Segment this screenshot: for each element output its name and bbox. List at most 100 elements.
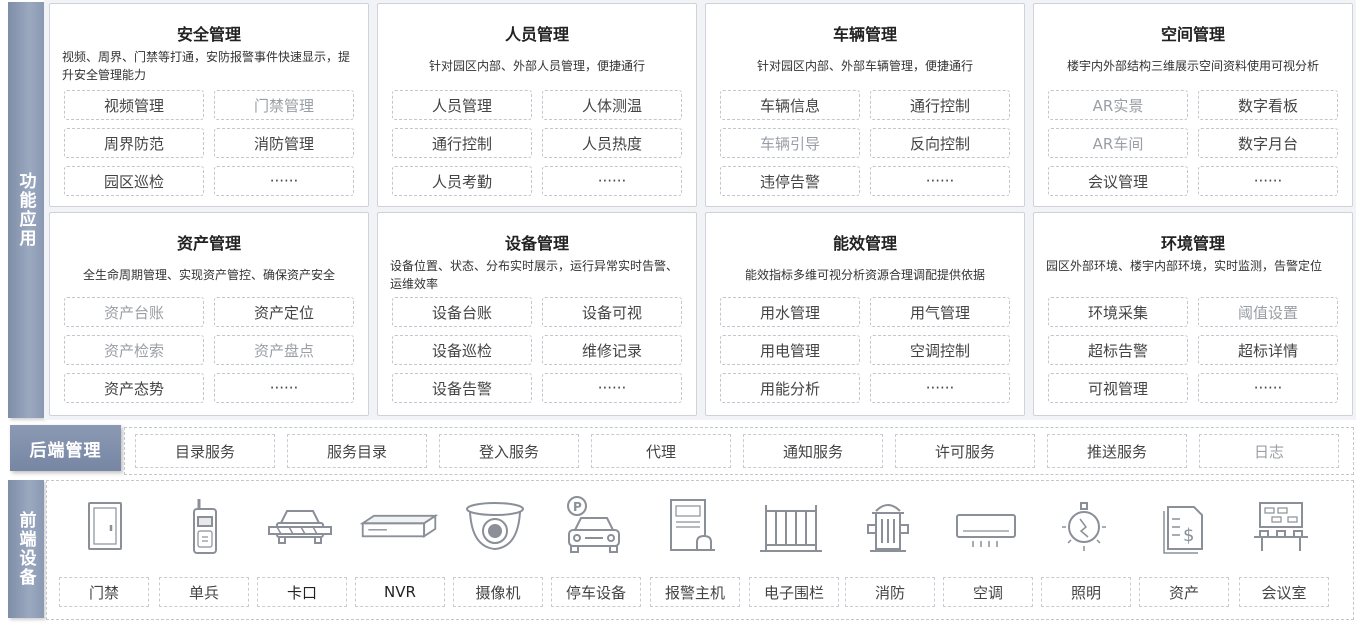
- module-title: 车辆管理: [832, 25, 897, 44]
- dome-camera-icon: [455, 497, 535, 557]
- item[interactable]: 设备巡检: [392, 335, 532, 365]
- item[interactable]: 反向控制: [870, 128, 1010, 158]
- item[interactable]: 门禁管理: [214, 90, 354, 120]
- service-item[interactable]: 许可服务: [895, 434, 1035, 468]
- alarm-host-icon: [652, 497, 732, 557]
- item[interactable]: 资产态势: [64, 373, 204, 403]
- parking-car-icon: P: [552, 496, 632, 557]
- item[interactable]: AR车间: [1048, 128, 1188, 158]
- item-more[interactable]: ······: [214, 166, 354, 196]
- item[interactable]: 设备告警: [392, 373, 532, 403]
- item[interactable]: 超标告警: [1048, 335, 1188, 365]
- device-label: 摄像机: [453, 577, 543, 607]
- service-item[interactable]: 推送服务: [1047, 434, 1187, 468]
- device-label: 会议室: [1239, 577, 1329, 607]
- item[interactable]: 车辆引导: [720, 128, 860, 158]
- module-vehicle: 车辆管理 针对园区内部、外部车辆管理，便捷通行 车辆信息 通行控制 车辆引导 反…: [705, 3, 1025, 207]
- item[interactable]: 会议管理: [1048, 166, 1188, 196]
- item-more[interactable]: ······: [542, 373, 682, 403]
- module-desc: 园区外部环境、楼宇内部环境，实时监测，告警定位: [1046, 259, 1323, 273]
- item[interactable]: 用能分析: [720, 373, 860, 403]
- item[interactable]: 超标详情: [1198, 335, 1338, 365]
- item[interactable]: 设备可视: [542, 297, 682, 327]
- device-label: 照明: [1041, 577, 1131, 607]
- item-more[interactable]: ······: [870, 373, 1010, 403]
- device-label: 空调: [943, 577, 1033, 607]
- module-desc: 针对园区内部、外部人员管理，便捷通行: [428, 59, 645, 73]
- device-label: 消防: [845, 577, 935, 607]
- device-label: 停车设备: [551, 577, 641, 607]
- module-energy: 能效管理 能效指标多维可视分析资源合理调配提供依据 用水管理 用气管理 用电管理…: [705, 212, 1025, 416]
- module-title: 环境管理: [1160, 234, 1225, 253]
- item[interactable]: 空调控制: [870, 335, 1010, 365]
- service-item[interactable]: 目录服务: [135, 434, 275, 468]
- module-equipment: 设备管理 设备位置、状态、分布实时展示，运行异常实时告警、运维效率 设备台账 设…: [377, 212, 697, 416]
- item-more[interactable]: ······: [870, 166, 1010, 196]
- light-bulb-icon: [1044, 497, 1124, 557]
- item-more[interactable]: ······: [542, 166, 682, 196]
- meeting-room-icon: [1241, 497, 1321, 557]
- item[interactable]: 资产台账: [64, 297, 204, 327]
- item[interactable]: 用电管理: [720, 335, 860, 365]
- item[interactable]: 人员考勤: [392, 166, 532, 196]
- item[interactable]: AR实景: [1048, 90, 1188, 120]
- item[interactable]: 车辆信息: [720, 90, 860, 120]
- item-more[interactable]: ······: [1198, 166, 1338, 196]
- nvr-icon: [359, 497, 439, 557]
- item-more[interactable]: ······: [1198, 373, 1338, 403]
- module-desc: 视频、周界、门禁等打通，安防报警事件快速显示，提升安全管理能力: [62, 50, 351, 82]
- device-label: 单兵: [159, 577, 249, 607]
- item[interactable]: 视频管理: [64, 90, 204, 120]
- module-personnel: 人员管理 针对园区内部、外部人员管理，便捷通行 人员管理 人体测温 通行控制 人…: [377, 3, 697, 207]
- module-title: 人员管理: [504, 25, 569, 44]
- service-item[interactable]: 日志: [1199, 434, 1339, 468]
- item[interactable]: 用气管理: [870, 297, 1010, 327]
- service-item[interactable]: 通知服务: [743, 434, 883, 468]
- module-space: 空间管理 楼宇内外部结构三维展示空间资料使用可视分析 AR实景 数字看板 AR车…: [1033, 3, 1353, 207]
- item[interactable]: 数字看板: [1198, 90, 1338, 120]
- item[interactable]: 违停告警: [720, 166, 860, 196]
- module-title: 资产管理: [176, 234, 241, 253]
- service-item[interactable]: 登入服务: [439, 434, 579, 468]
- module-title: 安全管理: [176, 25, 241, 44]
- service-item[interactable]: 服务目录: [287, 434, 427, 468]
- item[interactable]: 环境采集: [1048, 297, 1188, 327]
- item[interactable]: 园区巡检: [64, 166, 204, 196]
- module-desc: 全生命周期管理、实现资产管控、确保资产安全: [82, 268, 335, 282]
- item[interactable]: 资产检索: [64, 335, 204, 365]
- item[interactable]: 设备台账: [392, 297, 532, 327]
- item[interactable]: 人员热度: [542, 128, 682, 158]
- item[interactable]: 可视管理: [1048, 373, 1188, 403]
- svg-text:P: P: [573, 500, 582, 514]
- fire-hydrant-icon: [848, 497, 928, 557]
- backend-section-label: 后端管理: [10, 425, 121, 471]
- item-more[interactable]: ······: [214, 373, 354, 403]
- item[interactable]: 消防管理: [214, 128, 354, 158]
- barrier-gate-icon: [260, 497, 340, 557]
- module-desc: 能效指标多维可视分析资源合理调配提供依据: [744, 268, 985, 282]
- fence-icon: [751, 497, 831, 557]
- item[interactable]: 通行控制: [870, 90, 1010, 120]
- item[interactable]: 资产定位: [214, 297, 354, 327]
- item[interactable]: 用水管理: [720, 297, 860, 327]
- module-security: 安全管理 视频、周界、门禁等打通，安防报警事件快速显示，提升安全管理能力 视频管…: [49, 3, 369, 207]
- module-title: 能效管理: [832, 234, 897, 253]
- module-desc: 楼宇内外部结构三维展示空间资料使用可视分析: [1066, 59, 1319, 73]
- item[interactable]: 人员管理: [392, 90, 532, 120]
- device-label: NVR: [355, 577, 445, 607]
- module-title: 设备管理: [504, 234, 569, 253]
- air-conditioner-icon: [946, 497, 1026, 557]
- module-desc: 针对园区内部、外部车辆管理，便捷通行: [756, 59, 973, 73]
- door-icon: [65, 497, 145, 557]
- backend-services-row: 目录服务 服务目录 登入服务 代理 通知服务 许可服务 推送服务 日志: [124, 427, 1354, 475]
- item[interactable]: 阈值设置: [1198, 297, 1338, 327]
- item[interactable]: 资产盘点: [214, 335, 354, 365]
- item[interactable]: 维修记录: [542, 335, 682, 365]
- svg-text:$: $: [1183, 525, 1194, 546]
- item[interactable]: 通行控制: [392, 128, 532, 158]
- functions-section-label: 功能应用: [8, 2, 44, 418]
- item[interactable]: 周界防范: [64, 128, 204, 158]
- item[interactable]: 数字月台: [1198, 128, 1338, 158]
- service-item[interactable]: 代理: [591, 434, 731, 468]
- item[interactable]: 人体测温: [542, 90, 682, 120]
